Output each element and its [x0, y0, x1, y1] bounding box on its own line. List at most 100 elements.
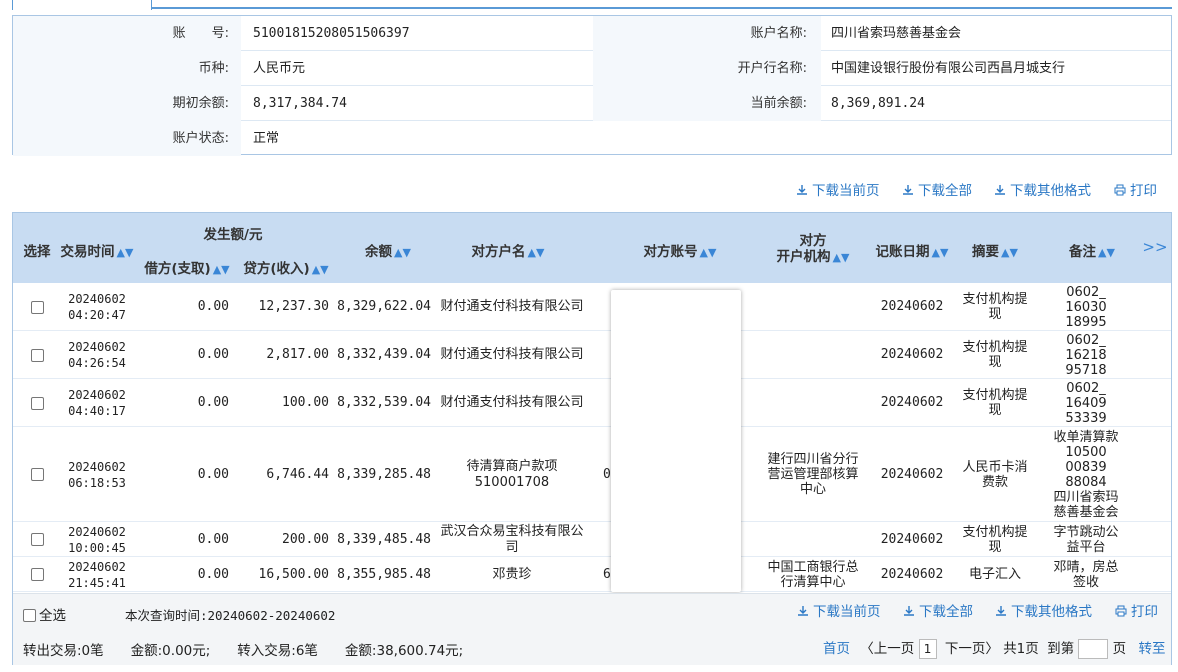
header-debit-label: 借方(支取): [144, 261, 211, 277]
checkbox-icon: [30, 396, 44, 410]
active-tab[interactable]: [12, 0, 152, 10]
header-remark-label: 备注: [1069, 244, 1097, 260]
bank-value: 中国建设银行股份有限公司西昌月城支行: [831, 61, 1066, 76]
cell-time: 20240602 10:00:45: [68, 524, 126, 555]
printer-icon: [1115, 605, 1127, 617]
cell-cp-bank: [765, 331, 861, 379]
download-current-label: 下载当前页: [813, 604, 881, 620]
select-all-checkbox[interactable]: 全选: [23, 604, 66, 624]
cell-post-date: 20240602: [880, 566, 944, 582]
cell-credit: 200.00: [282, 531, 329, 547]
header-cp-account[interactable]: 对方账号 ▲▼: [625, 240, 735, 260]
header-post-date[interactable]: 记账日期 ▲▼: [869, 240, 955, 260]
cell-cp-name: 财付通支付科技有限公司: [440, 299, 584, 314]
download-current-link-bottom[interactable]: 下载当前页: [797, 602, 881, 622]
sort-icon: ▲▼: [527, 246, 545, 259]
next-page-link[interactable]: 下一页〉: [945, 641, 999, 657]
download-icon: [903, 185, 913, 195]
table-row[interactable]: 20240602 06:18:53 0.00 6,746.44 8,339,285.4…: [13, 427, 1171, 522]
header-balance-label: 余额: [365, 244, 393, 260]
table-row[interactable]: 20240602 21:45:41 0.00 16,500.00 8,355,985.…: [13, 557, 1171, 592]
cell-remark: 收单清算款 10500 00839 88084 四川省索玛 慈善基金会: [1053, 429, 1119, 520]
goto-label: 到第: [1047, 641, 1075, 657]
cell-summary: 支付机构提现: [962, 388, 1028, 418]
table-row[interactable]: 20240602 04:40:17 0.00 100.00 8,332,539.04 财…: [13, 379, 1171, 427]
row-checkbox[interactable]: [17, 283, 57, 331]
go-button[interactable]: 转至: [1138, 641, 1165, 657]
prev-page-link[interactable]: 〈上一页: [860, 641, 914, 657]
cell-debit: 0.00: [197, 347, 229, 362]
sort-icon: ▲▼: [394, 246, 411, 259]
cell-time: 20240602 04:40:17: [68, 388, 126, 418]
transaction-summary: 转出交易:0笔 金额:0.00元; 转入交易:6笔 金额:38,600.74元;: [23, 643, 464, 659]
account-row-currency: 币种: 人民币元 开户行名称: 中国建设银行股份有限公司西昌月城支行: [13, 51, 1171, 86]
cell-cp-bank: 建行四川省分行营运管理部核算中心: [767, 452, 859, 497]
cell-post-date: 20240602: [880, 347, 944, 362]
cell-cp-name: 待清算商户款项510001708: [466, 458, 558, 490]
table-row[interactable]: 20240602 04:20:47 0.00 12,237.30 8,329,622.…: [13, 283, 1171, 331]
header-cp-bank-line1: 对方: [799, 233, 827, 249]
total-pages: 共1页: [1003, 641, 1039, 657]
header-time[interactable]: 交易时间 ▲▼: [59, 240, 135, 260]
currency-value: 人民币元: [253, 61, 306, 76]
cell-debit: 0.00: [197, 299, 229, 314]
print-label: 打印: [1131, 604, 1158, 620]
table-row[interactable]: 20240602 10:00:45 0.00 200.00 8,339,485.48 武…: [13, 522, 1171, 557]
bottom-toolbar: 下载当前页 下载全部 下载其他格式 打印: [797, 602, 1173, 622]
account-row-status: 账户状态: 正常: [13, 121, 1171, 156]
header-debit[interactable]: 借方(支取) ▲▼: [137, 257, 237, 277]
sort-icon: ▲▼: [832, 251, 850, 264]
cell-debit: 0.00: [197, 566, 229, 582]
cell-credit: 12,237.30: [258, 299, 329, 314]
cell-balance: 8,332,539.04: [337, 395, 431, 410]
first-page-link[interactable]: 首页: [823, 641, 850, 657]
printer-icon: [1114, 184, 1126, 196]
checkbox-icon: [23, 609, 36, 622]
row-checkbox[interactable]: [17, 557, 57, 592]
cell-credit: 6,746.44: [266, 466, 329, 482]
cell-cp-bank: [765, 522, 861, 557]
row-checkbox[interactable]: [17, 522, 57, 557]
header-cp-bank[interactable]: 对方 开户机构 ▲▼: [763, 233, 863, 266]
cell-debit: 0.00: [197, 395, 229, 410]
row-checkbox[interactable]: [17, 331, 57, 379]
cell-summary: 支付机构提现: [962, 292, 1028, 322]
header-balance[interactable]: 余额 ▲▼: [343, 240, 433, 260]
cell-time: 20240602 04:20:47: [68, 292, 126, 322]
header-credit-label: 贷方(收入): [243, 261, 310, 277]
page-unit-label: 页: [1112, 641, 1127, 657]
currency-label: 币种:: [13, 51, 241, 86]
cell-debit: 0.00: [197, 531, 229, 547]
sort-icon: ▲▼: [116, 246, 134, 259]
header-summary-label: 摘要: [972, 244, 1000, 260]
status-label: 账户状态:: [13, 121, 241, 156]
header-summary[interactable]: 摘要 ▲▼: [963, 240, 1027, 260]
cell-cp-name: 财付通支付科技有限公司: [440, 395, 584, 410]
header-cp-name[interactable]: 对方户名 ▲▼: [453, 240, 563, 260]
download-current-link[interactable]: 下载当前页: [796, 181, 880, 201]
current-balance-value: 8,369,891.24: [831, 96, 925, 111]
header-remark[interactable]: 备注 ▲▼: [1057, 240, 1127, 260]
download-all-link-bottom[interactable]: 下载全部: [903, 602, 973, 622]
account-number-label: 账 号:: [13, 16, 241, 51]
download-other-link-bottom[interactable]: 下载其他格式: [995, 602, 1092, 622]
select-all-label: 全选: [39, 608, 66, 624]
download-other-link[interactable]: 下载其他格式: [994, 181, 1091, 201]
header-cp-name-label: 对方户名: [471, 244, 526, 260]
print-link-bottom[interactable]: 打印: [1115, 602, 1158, 622]
cell-credit: 2,817.00: [266, 347, 329, 362]
row-checkbox[interactable]: [17, 427, 57, 522]
print-label: 打印: [1130, 183, 1157, 199]
cell-credit: 100.00: [282, 395, 329, 410]
top-toolbar: 下载当前页 下载全部 下载其他格式 打印: [796, 181, 1172, 201]
table-row[interactable]: 20240602 04:26:54 0.00 2,817.00 8,332,439.0…: [13, 331, 1171, 379]
header-credit[interactable]: 贷方(收入) ▲▼: [239, 257, 333, 277]
goto-page-input[interactable]: [1078, 639, 1109, 659]
current-page-box[interactable]: 1: [918, 639, 937, 659]
row-checkbox[interactable]: [17, 379, 57, 427]
grid-header: 选择 交易时间 ▲▼ 发生额/元 借方(支取) ▲▼ 贷方(收入) ▲▼ 余额 ▲▼ 对…: [13, 213, 1171, 283]
print-link[interactable]: 打印: [1114, 181, 1157, 201]
download-all-link[interactable]: 下载全部: [902, 181, 972, 201]
header-select: 选择: [23, 244, 51, 260]
expand-columns-button[interactable]: >>: [1141, 238, 1169, 256]
